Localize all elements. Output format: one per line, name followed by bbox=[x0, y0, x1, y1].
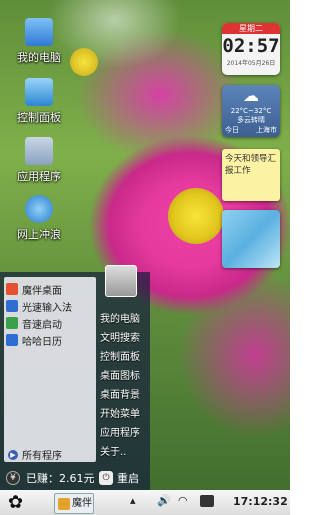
menu-item-desktop-icons[interactable]: 桌面图标 bbox=[100, 370, 140, 384]
volume-icon[interactable]: 🔊 bbox=[157, 494, 171, 507]
taskbar-app-moban[interactable]: 魔伴 bbox=[54, 493, 94, 514]
wifi-icon[interactable]: ◠ bbox=[178, 494, 188, 507]
flower-center-small bbox=[70, 48, 98, 76]
cloud-sun-icon: ☁ bbox=[243, 86, 259, 105]
calendar-icon bbox=[6, 334, 18, 346]
menu-item-my-computer[interactable]: 我的电脑 bbox=[100, 313, 140, 327]
note-widget[interactable]: 今天和领导汇报工作 bbox=[222, 149, 280, 201]
weather-footer: 今日 上海市 bbox=[222, 125, 280, 135]
computer-icon bbox=[25, 18, 53, 46]
earnings-label: 已赚：2.61元 bbox=[26, 472, 95, 485]
moban-app-icon bbox=[58, 497, 70, 510]
desktop-icon-my-computer[interactable]: 我的电脑 bbox=[4, 18, 74, 65]
taskbar-clock[interactable]: 17:12:32 bbox=[233, 495, 288, 508]
earnings-display: ¥ 已赚：2.61元 bbox=[6, 470, 95, 486]
desktop-icon-label: 网上冲浪 bbox=[17, 228, 61, 241]
up-arrow-icon[interactable]: ▴ bbox=[130, 494, 136, 507]
weather-temp: 22°C~32°C bbox=[230, 107, 272, 115]
desktop-icon-apps[interactable]: 应用程序 bbox=[4, 137, 74, 184]
clock-day: 星期二 bbox=[222, 23, 280, 34]
power-icon: ⏻ bbox=[99, 471, 113, 485]
flower-logo-icon: ✿ bbox=[8, 492, 24, 513]
control-panel-icon bbox=[25, 78, 53, 106]
program-item-input-method[interactable]: 光速输入法 bbox=[6, 298, 72, 314]
all-programs-label: 所有程序 bbox=[22, 451, 62, 462]
start-button[interactable]: ✿ bbox=[8, 493, 28, 513]
restart-button[interactable]: ⏻ 重启 bbox=[99, 470, 139, 486]
desktop-icon-label: 我的电脑 bbox=[17, 51, 61, 64]
program-label: 音速启动 bbox=[22, 319, 62, 331]
menu-item-desktop-background[interactable]: 桌面背景 bbox=[100, 389, 140, 403]
desktop-icon-label: 控制面板 bbox=[17, 111, 61, 124]
note-text: 今天和领导汇报工作 bbox=[225, 154, 277, 176]
program-label: 哈哈日历 bbox=[22, 336, 62, 348]
program-item-mobanzhuomian[interactable]: 魔伴桌面 bbox=[6, 281, 62, 297]
desktop-icon-browser[interactable]: 网上冲浪 bbox=[4, 195, 74, 242]
weather-today: 今日 bbox=[225, 126, 239, 134]
menu-item-start-menu[interactable]: 开始菜单 bbox=[100, 408, 140, 422]
globe-icon bbox=[25, 195, 53, 223]
launcher-icon bbox=[6, 317, 18, 329]
photo-widget[interactable] bbox=[222, 210, 280, 268]
clock-time: 02:57 bbox=[222, 35, 280, 57]
restart-label: 重启 bbox=[117, 472, 139, 485]
program-item-calendar[interactable]: 哈哈日历 bbox=[6, 332, 62, 348]
clock-date: 2014年05月26日 bbox=[226, 60, 276, 67]
desktop-icon-control-panel[interactable]: 控制面板 bbox=[4, 78, 74, 125]
arrow-right-icon: ▶ bbox=[8, 449, 18, 460]
desktop-icon-label: 应用程序 bbox=[17, 170, 61, 183]
program-label: 光速输入法 bbox=[22, 302, 72, 314]
clock-widget[interactable]: 星期二 02:57 2014年05月26日 bbox=[222, 23, 280, 75]
program-item-launcher[interactable]: 音速启动 bbox=[6, 315, 62, 331]
flower-center bbox=[168, 188, 224, 244]
program-label: 魔伴桌面 bbox=[22, 285, 62, 297]
menu-item-control-panel[interactable]: 控制面板 bbox=[100, 351, 140, 365]
weather-city: 上海市 bbox=[256, 126, 277, 134]
input-method-icon bbox=[6, 300, 18, 312]
avatar[interactable] bbox=[105, 265, 137, 297]
menu-item-applications[interactable]: 应用程序 bbox=[100, 427, 140, 441]
weather-desc: 多云转晴 bbox=[237, 116, 265, 124]
weather-widget[interactable]: ☁ 22°C~32°C 多云转晴 今日 上海市 bbox=[222, 85, 280, 137]
mobanzhuomian-icon bbox=[6, 283, 18, 295]
coin-icon: ¥ bbox=[6, 471, 20, 485]
all-programs-button[interactable]: ▶ 所有程序 bbox=[8, 447, 62, 462]
menu-item-search[interactable]: 文明搜索 bbox=[100, 332, 140, 346]
taskbar-app-label: 魔伴 bbox=[72, 498, 92, 509]
battery-icon[interactable] bbox=[200, 495, 214, 507]
apps-icon bbox=[25, 137, 53, 165]
taskbar: ✿ 魔伴 ▴ 🔊 ◠ 17:12:32 bbox=[0, 490, 290, 515]
menu-item-about[interactable]: 关于.. bbox=[100, 446, 126, 460]
